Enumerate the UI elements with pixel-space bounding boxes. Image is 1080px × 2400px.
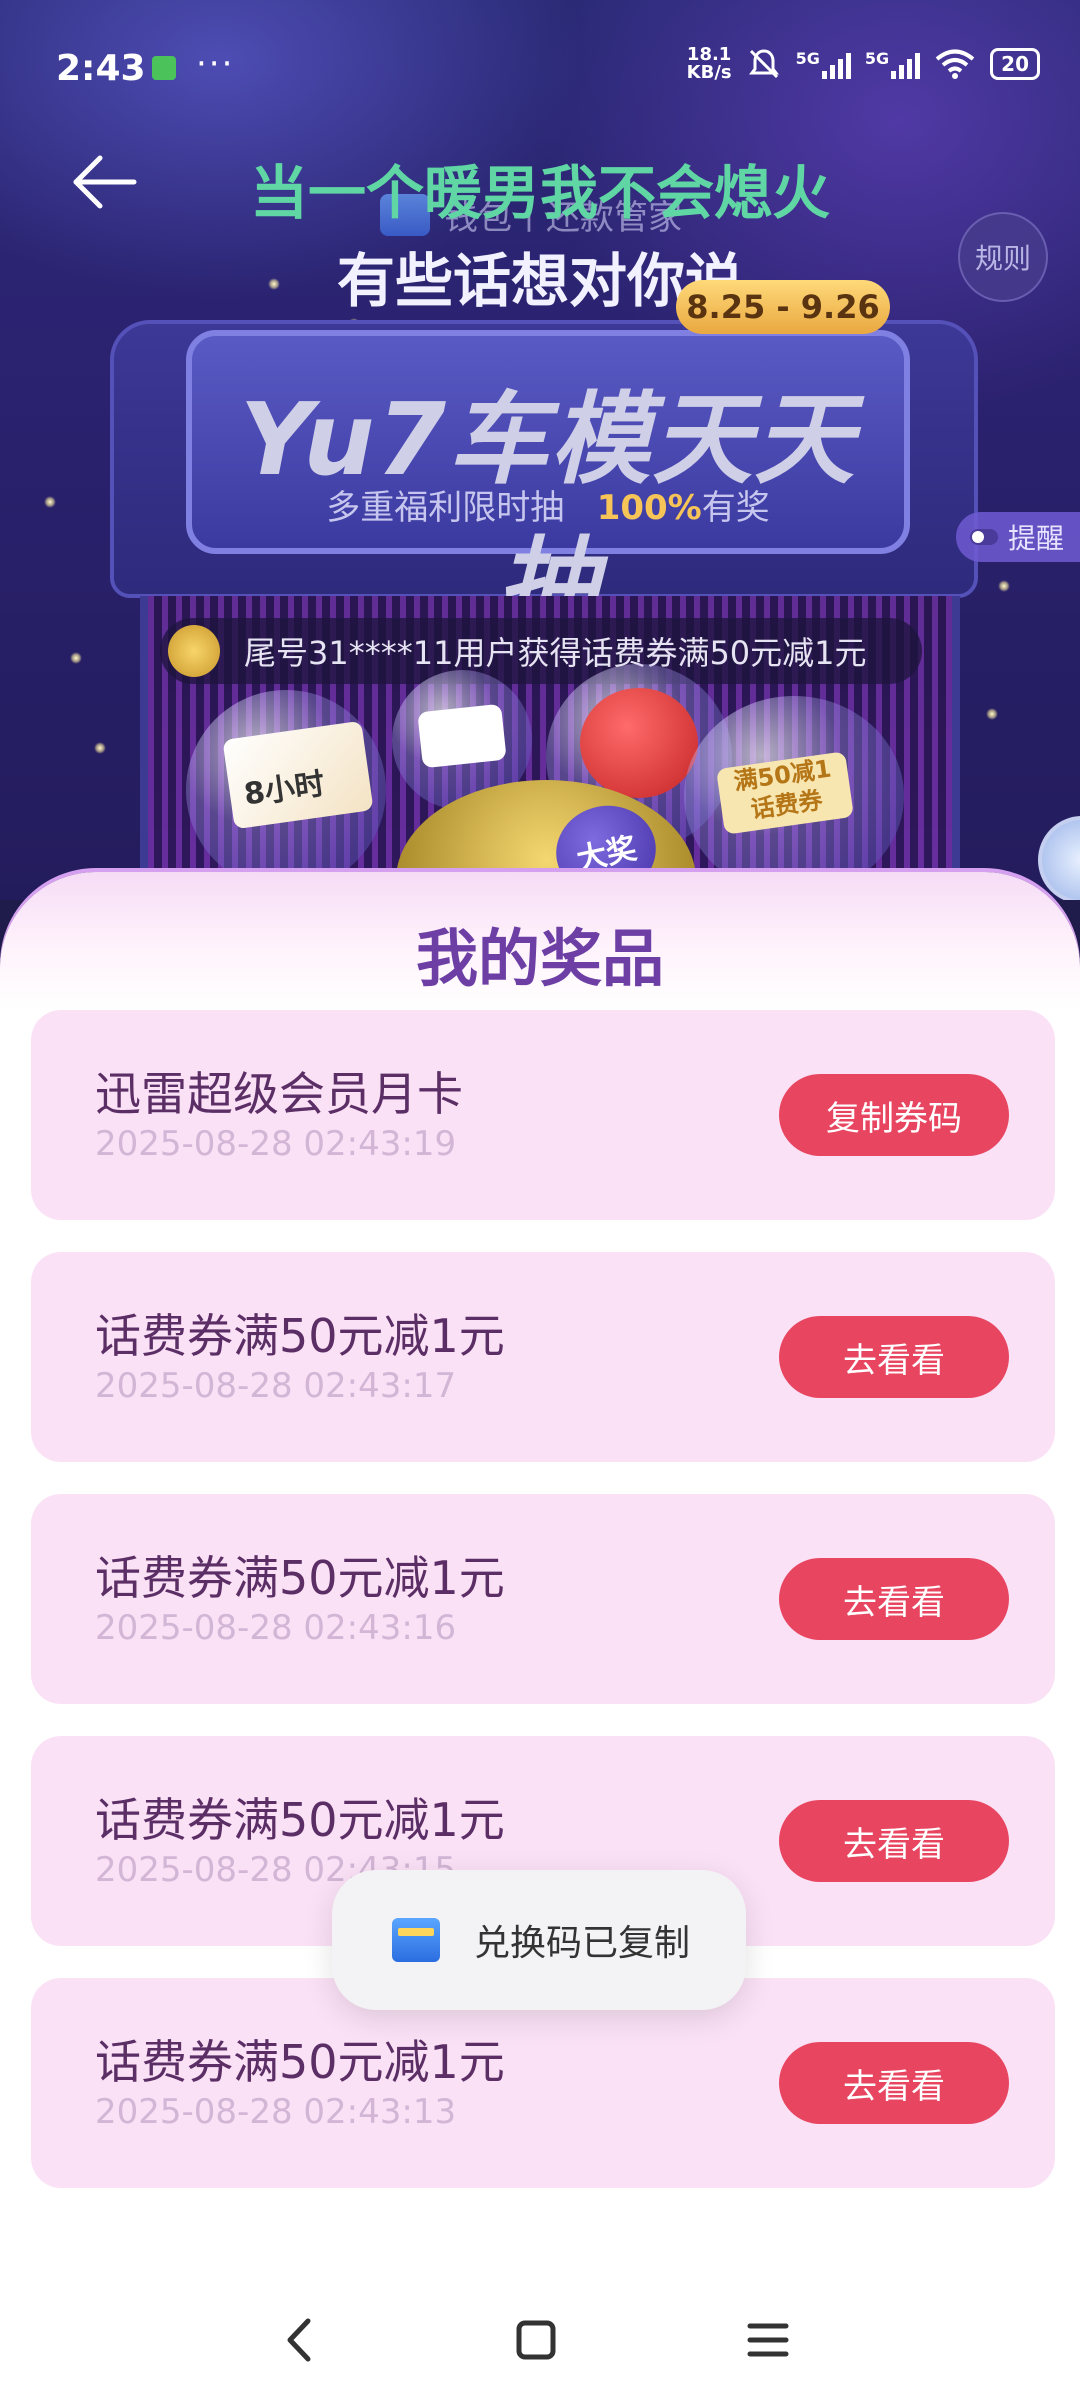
- card-image: [417, 703, 507, 769]
- remind-toggle[interactable]: 提醒: [956, 512, 1080, 562]
- prize-card: 迅雷超级会员月卡 2025-08-28 02:43:19 复制券码: [31, 1010, 1055, 1220]
- nav-home-button[interactable]: [476, 2280, 596, 2400]
- network-speed: 18.1 KB/s: [687, 46, 732, 82]
- bell-muted-icon: [748, 49, 779, 79]
- system-navigation-bar: [0, 2280, 1080, 2400]
- status-indicators: 18.1 KB/s 5G 5G 20: [687, 46, 1040, 82]
- bell-icon: [168, 625, 220, 677]
- copied-toast: 兑换码已复制: [332, 1870, 746, 2010]
- battery-indicator: 20: [990, 48, 1040, 80]
- prize-time: 2025-08-28 02:43:17: [95, 1366, 457, 1406]
- view-prize-button[interactable]: 去看看: [779, 1316, 1009, 1398]
- wifi-icon: [935, 49, 975, 79]
- campaign-date-range: 8.25 - 9.26: [676, 280, 890, 334]
- signal-strength-1: 5G: [796, 49, 851, 79]
- campaign-subtitle-highlight: 100%: [596, 488, 702, 528]
- sparkle-decoration: [44, 496, 56, 508]
- sheet-title: 我的奖品: [415, 922, 664, 995]
- network-speed-unit: KB/s: [686, 62, 732, 83]
- membership-card-image: 8小时: [222, 720, 374, 830]
- membership-card-time: 8小时: [241, 766, 327, 813]
- prize-card: 话费券满50元减1元 2025-08-28 02:43:16 去看看: [31, 1494, 1055, 1704]
- campaign-subtitle-text: 多重福利限时抽: [326, 488, 565, 528]
- toggle-icon: [970, 529, 998, 545]
- prize-time: 2025-08-28 02:43:13: [95, 2092, 457, 2132]
- winner-ticker-text: 尾号31****11用户获得话费券满50元减1元: [244, 634, 867, 672]
- campaign-subtitle: 多重福利限时抽 100%有奖: [192, 480, 904, 529]
- sparkle-decoration: [94, 742, 106, 754]
- my-prizes-sheet: 我的奖品 迅雷超级会员月卡 2025-08-28 02:43:19 复制券码 话…: [0, 872, 1080, 2400]
- toast-message: 兑换码已复制: [474, 1923, 691, 1964]
- square-home-icon: [516, 2320, 556, 2360]
- view-prize-button[interactable]: 去看看: [779, 2042, 1009, 2124]
- signal-bars-icon: [821, 49, 851, 79]
- remind-label: 提醒: [1008, 522, 1065, 555]
- view-prize-button[interactable]: 去看看: [779, 1558, 1009, 1640]
- more-notifications-icon: ···: [196, 44, 235, 84]
- signal-type-label: 5G: [795, 49, 820, 68]
- notification-app-icon: [152, 56, 176, 80]
- winner-ticker: 尾号31****11用户获得话费券满50元减1元: [160, 618, 922, 684]
- campaign-hero: 2:43 ··· 18.1 KB/s 5G 5G 20 钱包丨还款管家 当一个暖…: [0, 0, 1080, 900]
- prize-name: 迅雷超级会员月卡: [95, 1067, 463, 1121]
- status-time: 2:43: [56, 48, 146, 89]
- sparkle-decoration: [70, 652, 82, 664]
- prize-name: 话费券满50元减1元: [95, 1793, 505, 1847]
- campaign-subtitle-suffix: 有奖: [701, 488, 770, 528]
- view-prize-button[interactable]: 去看看: [779, 1800, 1009, 1882]
- prize-name: 话费券满50元减1元: [95, 1551, 505, 1605]
- floating-cube-icon[interactable]: [1038, 816, 1080, 900]
- prize-name: 话费券满50元减1元: [95, 1309, 505, 1363]
- prize-name: 话费券满50元减1元: [95, 2035, 505, 2089]
- copy-code-button[interactable]: 复制券码: [779, 1074, 1009, 1156]
- campaign-marquee: Yu7车模天天抽 多重福利限时抽 100%有奖: [186, 330, 910, 643]
- overlay-banner-line2: 有些话想对你说: [336, 247, 743, 315]
- rules-button[interactable]: 规则: [958, 212, 1048, 302]
- signal-bars-icon: [891, 49, 921, 79]
- prize-card: 话费券满50元减1元 2025-08-28 02:43:17 去看看: [31, 1252, 1055, 1462]
- chevron-left-icon: [287, 2318, 311, 2362]
- overlay-banner-line1: 当一个暖男我不会熄火: [249, 159, 830, 227]
- wallet-icon: [392, 1918, 440, 1962]
- car-model-image: [580, 688, 698, 798]
- sparkle-decoration: [998, 580, 1010, 592]
- signal-type-label: 5G: [864, 49, 890, 68]
- signal-strength-2: 5G: [864, 49, 921, 79]
- status-bar: 2:43 ··· 18.1 KB/s 5G 5G 20: [0, 0, 1080, 140]
- sparkle-decoration: [986, 708, 998, 720]
- nav-recents-button[interactable]: [708, 2280, 828, 2400]
- hamburger-menu-icon: [747, 2323, 789, 2357]
- prize-time: 2025-08-28 02:43:19: [95, 1124, 457, 1164]
- prize-time: 2025-08-28 02:43:16: [95, 1608, 457, 1648]
- nav-back-button[interactable]: [240, 2280, 360, 2400]
